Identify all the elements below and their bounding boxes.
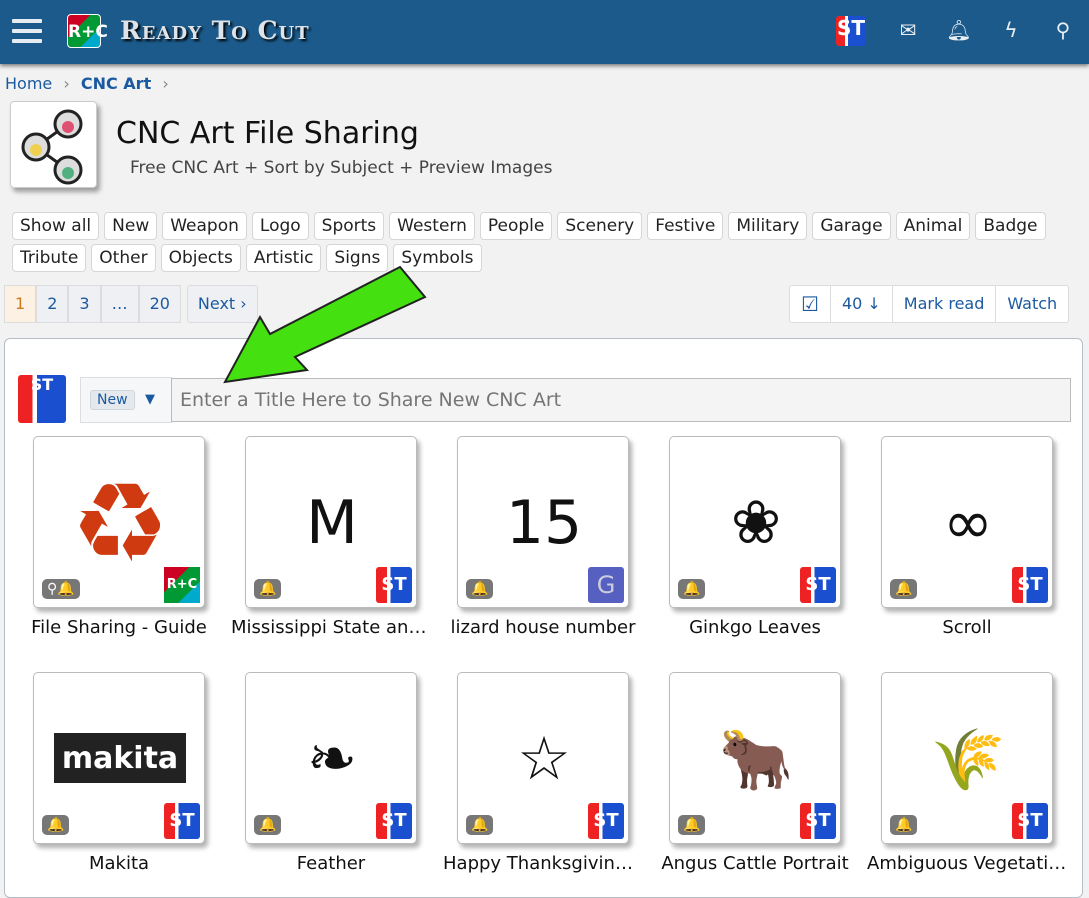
chevron-down-icon: ▼ — [145, 392, 155, 407]
tag-other[interactable]: Other — [91, 244, 156, 272]
watch-bell-icon[interactable]: 🔔 — [890, 579, 918, 599]
watch-bell-icon[interactable]: 🔔 — [890, 815, 918, 835]
watch-bell-icon[interactable]: 🔔 — [254, 815, 282, 835]
thread-title[interactable]: Feather — [231, 853, 431, 874]
tag-logo[interactable]: Logo — [251, 212, 309, 240]
site-logo[interactable]: R+C — [67, 14, 108, 48]
author-badge-icon — [800, 567, 836, 603]
watch-bell-icon[interactable]: 🔔 — [254, 579, 282, 599]
author-badge-icon — [164, 803, 200, 839]
breadcrumb-cnc-art[interactable]: CNC Art — [81, 74, 151, 93]
watch-bell-icon[interactable]: 🔔 — [466, 579, 494, 599]
author-badge-icon — [1012, 567, 1048, 603]
site-brand[interactable]: Ready To Cut — [120, 16, 310, 45]
artwork-image: makita — [54, 733, 186, 783]
breadcrumb-home[interactable]: Home — [5, 74, 52, 93]
thread-title[interactable]: File Sharing - Guide — [19, 617, 219, 638]
page-ellipsis[interactable]: … — [100, 285, 139, 323]
tag-garage[interactable]: Garage — [812, 212, 891, 240]
page-2[interactable]: 2 — [36, 285, 69, 323]
thread-card[interactable]: 🐂 🔔 Angus Cattle Portrait — [661, 672, 849, 874]
thread-card[interactable]: M 🔔 Mississippi State and T... — [231, 436, 431, 638]
tag-new[interactable]: New — [104, 212, 158, 240]
author-badge-icon — [800, 803, 836, 839]
thread-thumbnail[interactable]: ☆ 🔔 — [457, 672, 629, 844]
thread-thumbnail[interactable]: ❀ 🔔 — [669, 436, 841, 608]
thread-thumbnail[interactable]: 🌾 🔔 — [881, 672, 1053, 844]
thread-card[interactable]: 🌾 🔔 Ambiguous Vegetatio... — [867, 672, 1067, 874]
author-badge-icon: G — [588, 567, 624, 603]
site-badge-icon[interactable] — [836, 16, 866, 46]
thread-title[interactable]: Mississippi State and T... — [231, 617, 431, 638]
author-badge-icon: R+C — [164, 567, 200, 603]
watch-bell-icon[interactable]: ⚲🔔 — [42, 579, 80, 599]
thread-card[interactable]: ∞ 🔔 Scroll — [881, 436, 1053, 638]
tag-people[interactable]: People — [479, 212, 553, 240]
thread-card[interactable]: makita 🔔 Makita — [33, 672, 205, 874]
prefix-select[interactable]: New ▼ — [80, 377, 172, 423]
watch-button[interactable]: Watch — [995, 286, 1068, 322]
page-1[interactable]: 1 — [4, 285, 37, 323]
tag-military[interactable]: Military — [728, 212, 808, 240]
thread-thumbnail[interactable]: ∞ 🔔 — [881, 436, 1053, 608]
mark-read-button[interactable]: Mark read — [891, 286, 996, 322]
thread-thumbnail[interactable]: makita 🔔 — [33, 672, 205, 844]
page-title: CNC Art File Sharing — [116, 116, 419, 151]
thread-title[interactable]: Angus Cattle Portrait — [655, 853, 855, 874]
thread-card[interactable]: ❀ 🔔 Ginkgo Leaves — [669, 436, 841, 638]
author-badge-icon — [1012, 803, 1048, 839]
thread-title[interactable]: Ambiguous Vegetatio... — [867, 853, 1067, 874]
tag-festive[interactable]: Festive — [647, 212, 724, 240]
bolt-icon[interactable]: ϟ — [997, 18, 1025, 42]
mail-icon[interactable]: ✉ — [894, 18, 922, 42]
green-arrow-icon — [223, 265, 427, 384]
tag-filter-bar: Show all New Weapon Logo Sports Western People… — [12, 212, 1082, 272]
user-avatar — [18, 375, 66, 423]
tag-western[interactable]: Western — [389, 212, 475, 240]
thread-thumbnail[interactable]: 🐂 🔔 — [669, 672, 841, 844]
list-actions: ☑ 40 ↓ Mark read Watch — [789, 285, 1070, 323]
sort-button[interactable]: 40 ↓ — [829, 286, 892, 322]
page-3[interactable]: 3 — [68, 285, 101, 323]
thread-title[interactable]: Happy Thanksgiving 2... — [443, 853, 643, 874]
thread-card[interactable]: ☆ 🔔 Happy Thanksgiving 2... — [443, 672, 643, 874]
thread-title[interactable]: Makita — [19, 853, 219, 874]
breadcrumb: Home › CNC Art › — [5, 74, 169, 93]
tag-show-all[interactable]: Show all — [12, 212, 100, 240]
author-badge-icon — [376, 803, 412, 839]
tag-sports[interactable]: Sports — [313, 212, 385, 240]
author-badge-icon — [588, 803, 624, 839]
page-subtitle: Free CNC Art + Sort by Subject + Preview… — [130, 158, 553, 178]
top-bar: R+C Ready To Cut ✉ 🔔︎ ϟ ⚲ — [0, 0, 1089, 64]
thread-card[interactable]: 15 🔔 G lizard house number — [451, 436, 635, 638]
thread-title[interactable]: Ginkgo Leaves — [655, 617, 855, 638]
share-icon — [10, 101, 97, 188]
prefix-label: New — [90, 390, 135, 410]
thread-thumbnail[interactable]: ♻ ⚲🔔 R+C — [33, 436, 205, 608]
watch-bell-icon[interactable]: 🔔 — [678, 815, 706, 835]
thread-card[interactable]: ❧ 🔔 Feather — [245, 672, 417, 874]
tag-tribute[interactable]: Tribute — [12, 244, 87, 272]
watch-bell-icon[interactable]: 🔔 — [678, 579, 706, 599]
menu-icon[interactable] — [12, 19, 42, 43]
thread-card[interactable]: ♻ ⚲🔔 R+C File Sharing - Guide — [31, 436, 207, 638]
thread-thumbnail[interactable]: 15 🔔 G — [457, 436, 629, 608]
thread-title[interactable]: Scroll — [867, 617, 1067, 638]
tag-animal[interactable]: Animal — [895, 212, 971, 240]
watch-bell-icon[interactable]: 🔔 — [42, 815, 70, 835]
search-icon[interactable]: ⚲ — [1049, 18, 1077, 42]
author-badge-icon — [376, 567, 412, 603]
tag-weapon[interactable]: Weapon — [162, 212, 247, 240]
watch-bell-icon[interactable]: 🔔 — [466, 815, 494, 835]
page-20[interactable]: 20 — [138, 285, 181, 323]
thread-thumbnail[interactable]: M 🔔 — [245, 436, 417, 608]
tag-badge[interactable]: Badge — [975, 212, 1046, 240]
tag-scenery[interactable]: Scenery — [557, 212, 643, 240]
thread-title[interactable]: lizard house number — [443, 617, 643, 638]
bell-icon[interactable]: 🔔︎ — [945, 18, 973, 42]
thread-thumbnail[interactable]: ❧ 🔔 — [245, 672, 417, 844]
select-checkbox-icon[interactable]: ☑ — [790, 286, 830, 322]
